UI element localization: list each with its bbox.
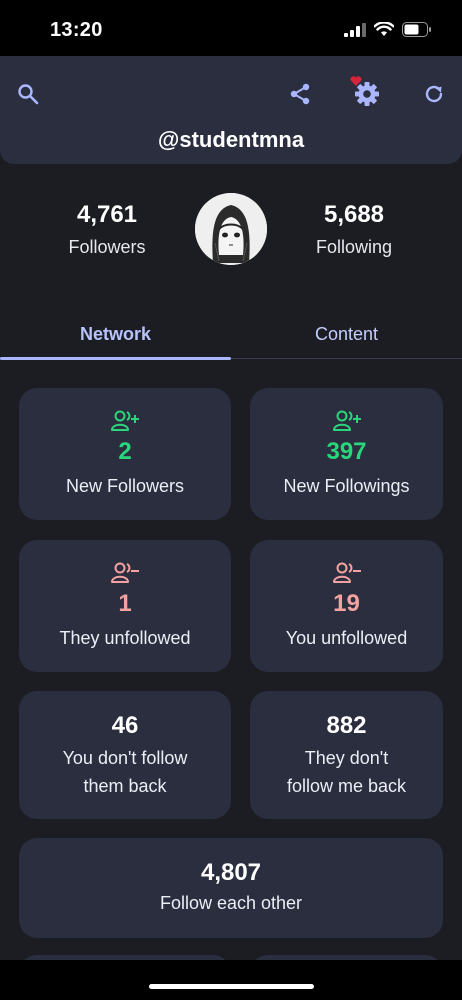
app-header: @studentmna xyxy=(0,56,462,164)
they-dont-follow-back-card[interactable]: 882 They don't follow me back xyxy=(250,691,443,819)
tab-network-label: Network xyxy=(79,323,151,344)
they-dont-follow-back-label: They don't follow me back xyxy=(250,744,443,800)
new-followers-count: 2 xyxy=(118,438,132,465)
status-icons xyxy=(344,21,432,42)
tab-content-label: Content xyxy=(314,323,379,344)
you-unfollowed-count: 19 xyxy=(333,590,360,617)
tab-bar: Network Content xyxy=(0,310,462,360)
you-dont-follow-back-card[interactable]: 46 You don't follow them back xyxy=(19,691,231,819)
you-dont-follow-back-count: 46 xyxy=(111,712,139,739)
home-indicator[interactable] xyxy=(149,984,314,989)
following-stat[interactable]: 5,688 Following xyxy=(274,201,434,258)
cellular-signal-icon xyxy=(344,22,366,42)
tab-content[interactable]: Content xyxy=(231,310,462,358)
active-tab-indicator xyxy=(0,357,231,360)
new-followers-card[interactable]: 2 New Followers xyxy=(19,388,231,520)
heart-icon xyxy=(350,74,362,86)
following-label: Following xyxy=(315,237,393,257)
followers-stat[interactable]: 4,761 Followers xyxy=(27,201,187,258)
you-unfollowed-card[interactable]: 19 You unfollowed xyxy=(250,540,443,672)
they-dont-follow-back-line1: They don't xyxy=(304,748,389,768)
they-unfollowed-count: 1 xyxy=(118,590,132,617)
share-icon[interactable] xyxy=(284,78,316,110)
profile-summary: 4,761 Followers 5,688 Following xyxy=(0,180,462,290)
they-unfollowed-label: They unfollowed xyxy=(59,628,191,648)
followers-count: 4,761 xyxy=(76,201,138,228)
you-dont-follow-back-line2: them back xyxy=(83,776,167,796)
wifi-icon xyxy=(373,21,395,42)
avatar[interactable] xyxy=(195,193,267,265)
person-remove-icon xyxy=(250,562,443,584)
mutual-follow-count: 4,807 xyxy=(200,859,262,886)
you-dont-follow-back-label: You don't follow them back xyxy=(19,744,231,800)
mutual-follow-card[interactable]: 4,807 Follow each other xyxy=(19,838,443,938)
person-add-icon xyxy=(19,410,231,432)
followers-label: Followers xyxy=(68,237,146,257)
you-dont-follow-back-line1: You don't follow xyxy=(62,748,188,768)
new-followings-label: New Followings xyxy=(283,476,410,496)
new-followers-label: New Followers xyxy=(65,476,185,496)
they-unfollowed-card[interactable]: 1 They unfollowed xyxy=(19,540,231,672)
username-handle: @studentmna xyxy=(157,127,305,152)
refresh-icon[interactable] xyxy=(418,78,450,110)
new-followings-card[interactable]: 397 New Followings xyxy=(250,388,443,520)
person-add-icon xyxy=(250,410,443,432)
status-time: 13:20 xyxy=(50,19,103,41)
you-unfollowed-label: You unfollowed xyxy=(285,628,408,648)
mutual-follow-label: Follow each other xyxy=(159,893,303,913)
they-dont-follow-back-count: 882 xyxy=(326,712,367,739)
battery-icon xyxy=(402,22,432,42)
status-bar: 13:20 xyxy=(0,0,462,56)
they-dont-follow-back-line2: follow me back xyxy=(286,776,407,796)
tab-network[interactable]: Network xyxy=(0,310,231,360)
new-followings-count: 397 xyxy=(326,438,367,465)
search-icon[interactable] xyxy=(12,78,44,110)
person-remove-icon xyxy=(19,562,231,584)
home-indicator-area xyxy=(0,960,462,1000)
following-count: 5,688 xyxy=(323,201,385,228)
